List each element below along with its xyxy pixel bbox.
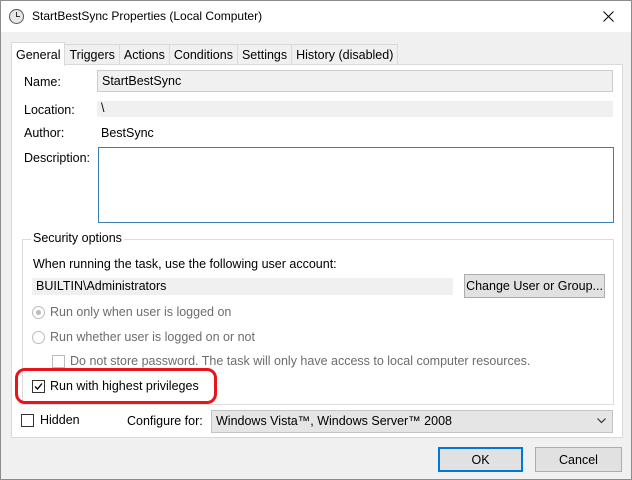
close-button[interactable] — [585, 1, 631, 32]
account-prompt: When running the task, use the following… — [33, 257, 337, 271]
tab-settings[interactable]: Settings — [236, 44, 293, 65]
description-label: Description: — [24, 151, 90, 165]
name-field[interactable]: StartBestSync — [97, 70, 613, 92]
chevron-down-icon — [597, 418, 606, 424]
location-value: \ — [97, 101, 613, 117]
do-not-store-password-label: Do not store password. The task will onl… — [70, 354, 531, 368]
configure-for-dropdown[interactable]: Windows Vista™, Windows Server™ 2008 — [211, 410, 613, 433]
tab-actions[interactable]: Actions — [118, 44, 170, 65]
red-highlight-annotation — [15, 368, 217, 404]
radio-run-logged-on-label: Run only when user is logged on — [50, 305, 232, 319]
tab-general[interactable]: General — [11, 42, 66, 66]
radio-run-logged-on[interactable] — [32, 306, 45, 319]
configure-for-label: Configure for: — [127, 414, 203, 428]
author-value: BestSync — [101, 126, 154, 140]
name-label: Name: — [24, 75, 61, 89]
radio-run-whether-label: Run whether user is logged on or not — [50, 330, 255, 344]
tab-history[interactable]: History (disabled) — [291, 44, 399, 65]
security-options-title: Security options — [31, 231, 124, 245]
clock-icon — [9, 9, 24, 24]
description-input[interactable] — [98, 147, 614, 223]
radio-run-whether[interactable] — [32, 331, 45, 344]
hidden-checkbox[interactable] — [21, 414, 34, 427]
window-title: StartBestSync Properties (Local Computer… — [32, 9, 263, 23]
do-not-store-password-checkbox[interactable] — [52, 355, 65, 368]
cancel-button[interactable]: Cancel — [535, 447, 622, 472]
configure-for-value: Windows Vista™, Windows Server™ 2008 — [216, 414, 452, 428]
account-value: BUILTIN\Administrators — [32, 278, 453, 295]
author-label: Author: — [24, 126, 65, 140]
tab-conditions[interactable]: Conditions — [168, 44, 238, 65]
title-bar: StartBestSync Properties (Local Computer… — [1, 1, 631, 32]
close-icon — [602, 11, 614, 22]
change-user-button[interactable]: Change User or Group... — [464, 274, 605, 298]
location-label: Location: — [24, 103, 75, 117]
ok-button[interactable]: OK — [438, 447, 523, 472]
tab-strip: General Triggers Actions Conditions Sett… — [11, 42, 399, 66]
tab-triggers[interactable]: Triggers — [64, 44, 120, 65]
properties-dialog: StartBestSync Properties (Local Computer… — [0, 0, 632, 480]
hidden-label: Hidden — [40, 413, 80, 427]
